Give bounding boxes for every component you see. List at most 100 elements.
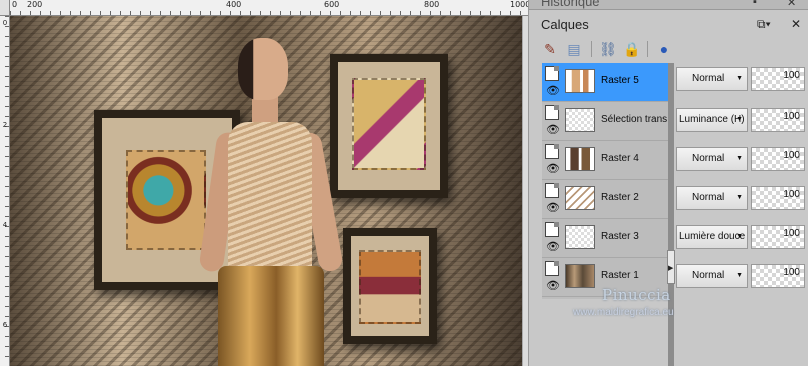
blend-mode-value: Normal [692, 73, 725, 84]
horizontal-ruler: 0 200 400 600 800 1000 [10, 0, 528, 16]
chevron-right-icon[interactable]: ▶ [668, 264, 673, 272]
layers-panel: Historique ▪ ✕ Calques ⧉▾ ✕ ✎ ▤ ⛓ 🔒 ● 👁 … [528, 0, 808, 366]
new-mask-layer-icon[interactable]: ▤ [565, 40, 583, 58]
blend-mode-select[interactable]: Normal ▼ [676, 147, 748, 171]
layer-document-icon[interactable] [545, 183, 559, 198]
model-neck [252, 96, 278, 124]
chevron-down-icon: ▼ [736, 75, 743, 82]
ruler-corner [0, 0, 10, 16]
frame-art [359, 250, 421, 324]
opacity-field[interactable]: 100 [751, 108, 805, 132]
layer-name: Sélection transfo [601, 114, 667, 125]
opacity-value: 100 [783, 228, 800, 239]
layer-row[interactable]: 👁 Raster 3 [542, 219, 668, 258]
ruler-label: 0 [2, 19, 8, 27]
layer-row[interactable]: 👁 Raster 5 [542, 63, 668, 102]
restore-icon[interactable]: ▪ [753, 0, 757, 8]
history-panel-header[interactable]: Historique ▪ ✕ [529, 0, 808, 10]
layer-thumbnail [565, 186, 595, 210]
layer-thumbnail [565, 108, 595, 132]
lock-icon[interactable]: 🔒 [623, 40, 641, 58]
vertical-ruler: 0 2 4 6 [0, 16, 10, 366]
layer-thumbnail [565, 147, 595, 171]
layer-document-icon[interactable] [545, 66, 559, 81]
layers-scrollbar[interactable]: ▶ [667, 63, 675, 366]
layers-panel-header: Calques ⧉▾ ✕ [529, 12, 808, 38]
opacity-value: 100 [783, 70, 800, 81]
layer-name: Raster 2 [601, 192, 639, 203]
ruler-label: 0 [12, 0, 18, 9]
eye-icon[interactable]: 👁 [546, 85, 560, 98]
layer-thumbnail [565, 264, 595, 288]
model-figure [198, 36, 344, 366]
eye-icon[interactable]: 👁 [546, 241, 560, 254]
eye-icon[interactable]: 👁 [546, 163, 560, 176]
blend-mode-value: Normal [692, 192, 725, 203]
layer-row[interactable]: 👁 Raster 4 [542, 141, 668, 180]
layers-list: 👁 Raster 5 👁 Sélection transfo 👁 Raster … [542, 63, 668, 299]
opacity-field[interactable]: 100 [751, 186, 805, 210]
blend-mode-select[interactable]: Lumière douce ▼ [676, 225, 748, 249]
opacity-value: 100 [783, 267, 800, 278]
layer-name: Raster 4 [601, 153, 639, 164]
image-canvas-area[interactable]: 0 200 400 600 800 1000 0 2 4 6 [0, 0, 528, 366]
blend-mode-select[interactable]: Normal ▼ [676, 67, 748, 91]
blend-mode-value: Luminance (H) [679, 114, 745, 125]
chevron-down-icon: ▼ [736, 155, 743, 162]
chevron-down-icon: ▼ [736, 233, 743, 240]
layer-properties-icon[interactable]: ● [655, 40, 673, 58]
watermark-name: Pinuccia [602, 286, 671, 304]
layer-row[interactable]: 👁 Raster 2 [542, 180, 668, 219]
toolbar-separator [591, 41, 592, 57]
eye-icon[interactable]: 👁 [546, 202, 560, 215]
layer-name: Raster 3 [601, 231, 639, 242]
opacity-value: 100 [783, 150, 800, 161]
layer-name: Raster 5 [601, 75, 639, 86]
restore-icon[interactable]: ⧉▾ [757, 17, 771, 32]
layer-document-icon[interactable] [545, 261, 559, 276]
ruler-label: 800 [424, 0, 440, 9]
close-icon[interactable]: ✕ [787, 0, 796, 9]
new-raster-layer-icon[interactable]: ✎ [541, 40, 559, 58]
opacity-value: 100 [783, 189, 800, 200]
close-icon[interactable]: ✕ [791, 17, 801, 31]
artwork-image[interactable] [10, 16, 522, 366]
layer-document-icon[interactable] [545, 222, 559, 237]
ruler-label: 400 [226, 0, 242, 9]
history-panel-title: Historique [541, 0, 600, 9]
frame-top-right [330, 54, 448, 198]
frame-bottom-right [343, 228, 437, 344]
blend-mode-value: Normal [692, 270, 725, 281]
layer-document-icon[interactable] [545, 105, 559, 120]
opacity-field[interactable]: 100 [751, 225, 805, 249]
opacity-field[interactable]: 100 [751, 147, 805, 171]
model-top [228, 122, 312, 272]
link-icon[interactable]: ⛓ [599, 40, 617, 58]
blend-mode-select[interactable]: Normal ▼ [676, 186, 748, 210]
ruler-label: 200 [27, 0, 43, 9]
model-pants [218, 266, 324, 366]
ruler-label: 600 [324, 0, 340, 9]
layers-panel-title: Calques [541, 17, 589, 32]
ruler-label: 6 [2, 321, 8, 329]
frame-art [126, 150, 206, 250]
chevron-down-icon: ▼ [736, 194, 743, 201]
ruler-label: 1000 [510, 0, 528, 9]
opacity-field[interactable]: 100 [751, 264, 805, 288]
chevron-down-icon: ▼ [736, 272, 743, 279]
layer-row[interactable]: 👁 Sélection transfo [542, 102, 668, 141]
opacity-value: 100 [783, 111, 800, 122]
chevron-down-icon: ▼ [736, 116, 743, 123]
layer-thumbnail [565, 69, 595, 93]
layer-thumbnail [565, 225, 595, 249]
blend-mode-value: Normal [692, 153, 725, 164]
layer-document-icon[interactable] [545, 144, 559, 159]
eye-icon[interactable]: 👁 [546, 124, 560, 137]
eye-icon[interactable]: 👁 [546, 280, 560, 293]
opacity-field[interactable]: 100 [751, 67, 805, 91]
watermark-url: www.maidiregrafica.eu [573, 307, 674, 318]
blend-mode-select[interactable]: Normal ▼ [676, 264, 748, 288]
blend-mode-select[interactable]: Luminance (H) ▼ [676, 108, 748, 132]
frame-art [352, 78, 426, 170]
model-head [238, 38, 288, 100]
